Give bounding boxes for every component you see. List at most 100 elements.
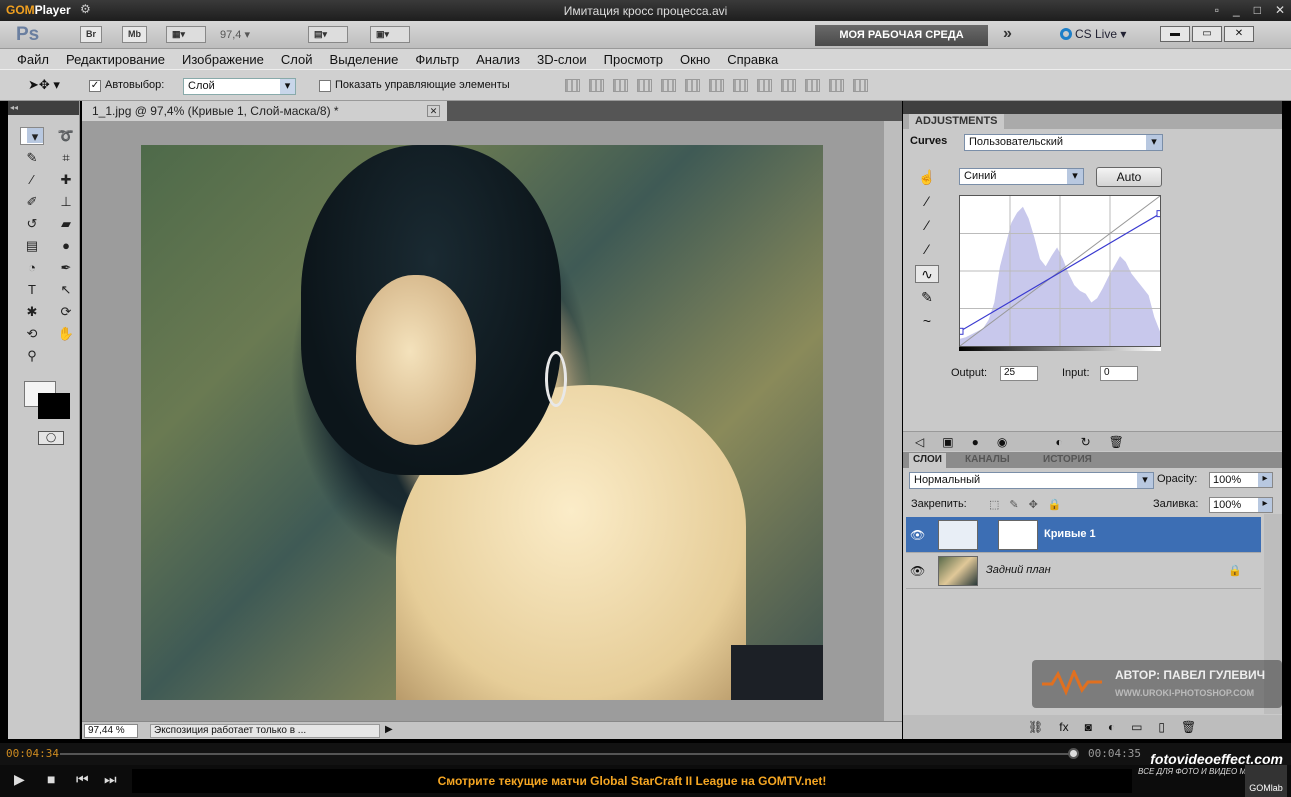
eye-icon[interactable]: 👁 <box>910 564 925 578</box>
targeted-adjust-icon[interactable]: ☝ <box>915 169 939 187</box>
align-left-icon[interactable] <box>637 79 652 92</box>
collapse-icon[interactable]: ◂◂ <box>8 101 79 115</box>
smooth-curve-icon[interactable]: ~ <box>915 313 939 331</box>
blur-tool-icon[interactable]: ● <box>54 237 78 255</box>
show-controls-checkbox[interactable] <box>319 80 331 92</box>
stop-icon[interactable]: ■ <box>47 771 55 787</box>
cs-live-menu[interactable]: CS Live ▾ <box>1060 27 1126 41</box>
autoselect-dropdown[interactable]: Слой <box>183 78 296 95</box>
align-vcenter-icon[interactable] <box>589 79 604 92</box>
seek-bar[interactable] <box>60 753 1075 755</box>
input-field[interactable]: 0 <box>1100 366 1138 381</box>
lock-pixels-icon[interactable]: ✎ <box>1009 498 1018 511</box>
3d-orbit-tool-icon[interactable]: ⟲ <box>20 325 44 343</box>
zoom-tool-icon[interactable]: ⚲ <box>20 347 44 365</box>
menu-layer[interactable]: Слой <box>281 52 313 67</box>
seek-handle[interactable] <box>1068 748 1079 759</box>
reset-icon[interactable]: ↻ <box>1081 435 1091 449</box>
visibility-icon[interactable]: ◉ <box>997 435 1007 449</box>
previous-icon[interactable]: ⏮ <box>76 771 89 788</box>
arrange-documents-icon[interactable]: ▤▾ <box>308 26 348 43</box>
more-workspaces-icon[interactable]: » <box>1003 25 1012 43</box>
autoselect-checkbox[interactable]: ✓ <box>89 80 101 92</box>
new-adjustment-icon[interactable]: ◐ <box>1108 720 1115 734</box>
document-tab[interactable]: 1_1.jpg @ 97,4% (Кривые 1, Слой-маска/8)… <box>82 101 447 121</box>
black-point-eyedropper-icon[interactable]: ⁄ <box>915 193 939 211</box>
menu-3d[interactable]: 3D-слои <box>537 52 587 67</box>
brush-tool-icon[interactable]: ✐ <box>20 193 44 211</box>
lock-position-icon[interactable]: ✥ <box>1029 498 1038 511</box>
close-icon[interactable]: ✕ <box>1275 3 1285 17</box>
dodge-tool-icon[interactable]: ◔ <box>20 259 44 277</box>
curve-edit-points-icon[interactable]: ∿ <box>915 265 939 283</box>
return-to-list-icon[interactable]: ◁ <box>915 435 924 449</box>
layer-row[interactable]: 👁 Задний план 🔒 <box>906 553 1261 589</box>
next-icon[interactable]: ⏭ <box>104 771 117 788</box>
menu-image[interactable]: Изображение <box>182 52 264 67</box>
distribute-hcenter-icon[interactable] <box>805 79 820 92</box>
menu-file[interactable]: Файл <box>17 52 49 67</box>
zoom-field[interactable]: 97,44 % <box>84 724 138 738</box>
curves-graph[interactable] <box>959 195 1161 347</box>
curves-preset-dropdown[interactable]: Пользовательский <box>964 134 1163 151</box>
pin-icon[interactable]: ▫ <box>1215 3 1219 17</box>
gradient-tool-icon[interactable]: ▤ <box>20 237 44 255</box>
minimize-icon[interactable]: ▬ <box>1160 26 1190 42</box>
clone-stamp-icon[interactable]: ⊥ <box>54 193 78 211</box>
view-extras-icon[interactable]: ▦▾ <box>166 26 206 43</box>
photo-canvas[interactable] <box>141 145 823 700</box>
new-group-icon[interactable]: ▭ <box>1131 720 1142 734</box>
menu-select[interactable]: Выделение <box>330 52 399 67</box>
move-tool-preset-icon[interactable]: ➤✥ ▾ <box>28 77 60 93</box>
layer-mask-thumbnail[interactable] <box>998 520 1038 550</box>
background-color-swatch[interactable] <box>38 393 70 419</box>
lock-all-icon[interactable]: 🔒 <box>1048 498 1062 511</box>
screen-mode-icon[interactable]: ▣▾ <box>370 26 410 43</box>
vertical-scrollbar[interactable] <box>884 121 902 721</box>
clip-to-layer-icon[interactable]: ● <box>972 435 979 449</box>
type-tool-icon[interactable]: T <box>20 281 44 299</box>
fill-field[interactable]: 100% <box>1209 497 1273 513</box>
auto-button[interactable]: Auto <box>1096 167 1162 187</box>
delete-layer-icon[interactable]: 🗑 <box>1181 720 1196 734</box>
history-brush-icon[interactable]: ↺ <box>20 215 44 233</box>
move-tool-icon[interactable]: ➤ <box>20 127 44 145</box>
tab-history[interactable]: ИСТОРИЯ <box>1039 453 1096 468</box>
align-hcenter-icon[interactable] <box>661 79 676 92</box>
workspace-button[interactable]: МОЯ РАБОЧАЯ СРЕДА <box>815 25 988 46</box>
gray-point-eyedropper-icon[interactable]: ⁄ <box>915 217 939 235</box>
minimize-icon[interactable]: _ <box>1233 3 1240 17</box>
bridge-button[interactable]: Br <box>80 26 103 43</box>
close-icon[interactable]: ✕ <box>1224 26 1254 42</box>
lock-transparency-icon[interactable]: ⬚ <box>989 498 999 511</box>
distribute-vcenter-icon[interactable] <box>733 79 748 92</box>
distribute-left-icon[interactable] <box>781 79 796 92</box>
tab-adjustments[interactable]: ADJUSTMENTS <box>909 114 1004 129</box>
tab-layers[interactable]: СЛОИ <box>909 453 946 468</box>
shape-tool-icon[interactable]: ✱ <box>20 303 44 321</box>
healing-brush-icon[interactable]: ✚ <box>54 171 78 189</box>
expand-view-icon[interactable]: ▣ <box>942 435 953 449</box>
pencil-draw-icon[interactable]: ✎ <box>915 289 939 307</box>
menu-view[interactable]: Просмотр <box>604 52 663 67</box>
distribute-top-icon[interactable] <box>709 79 724 92</box>
output-field[interactable]: 25 <box>1000 366 1038 381</box>
menu-window[interactable]: Окно <box>680 52 710 67</box>
status-menu-icon[interactable]: ▶ <box>385 724 393 735</box>
zoom-level[interactable]: 97,4 ▾ <box>220 28 250 41</box>
play-icon[interactable]: ▶ <box>14 771 25 788</box>
news-ticker[interactable]: Смотрите текущие матчи Global StarCraft … <box>132 769 1132 793</box>
menu-help[interactable]: Справка <box>727 52 778 67</box>
pen-tool-icon[interactable]: ✒ <box>54 259 78 277</box>
add-mask-icon[interactable]: ◙ <box>1085 720 1092 734</box>
distribute-right-icon[interactable] <box>829 79 844 92</box>
lasso-tool-icon[interactable]: ➰ <box>54 127 78 145</box>
auto-align-icon[interactable] <box>853 79 868 92</box>
align-top-icon[interactable] <box>565 79 580 92</box>
eye-icon[interactable]: 👁 <box>910 528 925 542</box>
opacity-field[interactable]: 100% <box>1209 472 1273 488</box>
close-icon[interactable]: ✕ <box>427 105 440 117</box>
align-right-icon[interactable] <box>685 79 700 92</box>
channel-dropdown[interactable]: Синий <box>959 168 1084 185</box>
distribute-bottom-icon[interactable] <box>757 79 772 92</box>
